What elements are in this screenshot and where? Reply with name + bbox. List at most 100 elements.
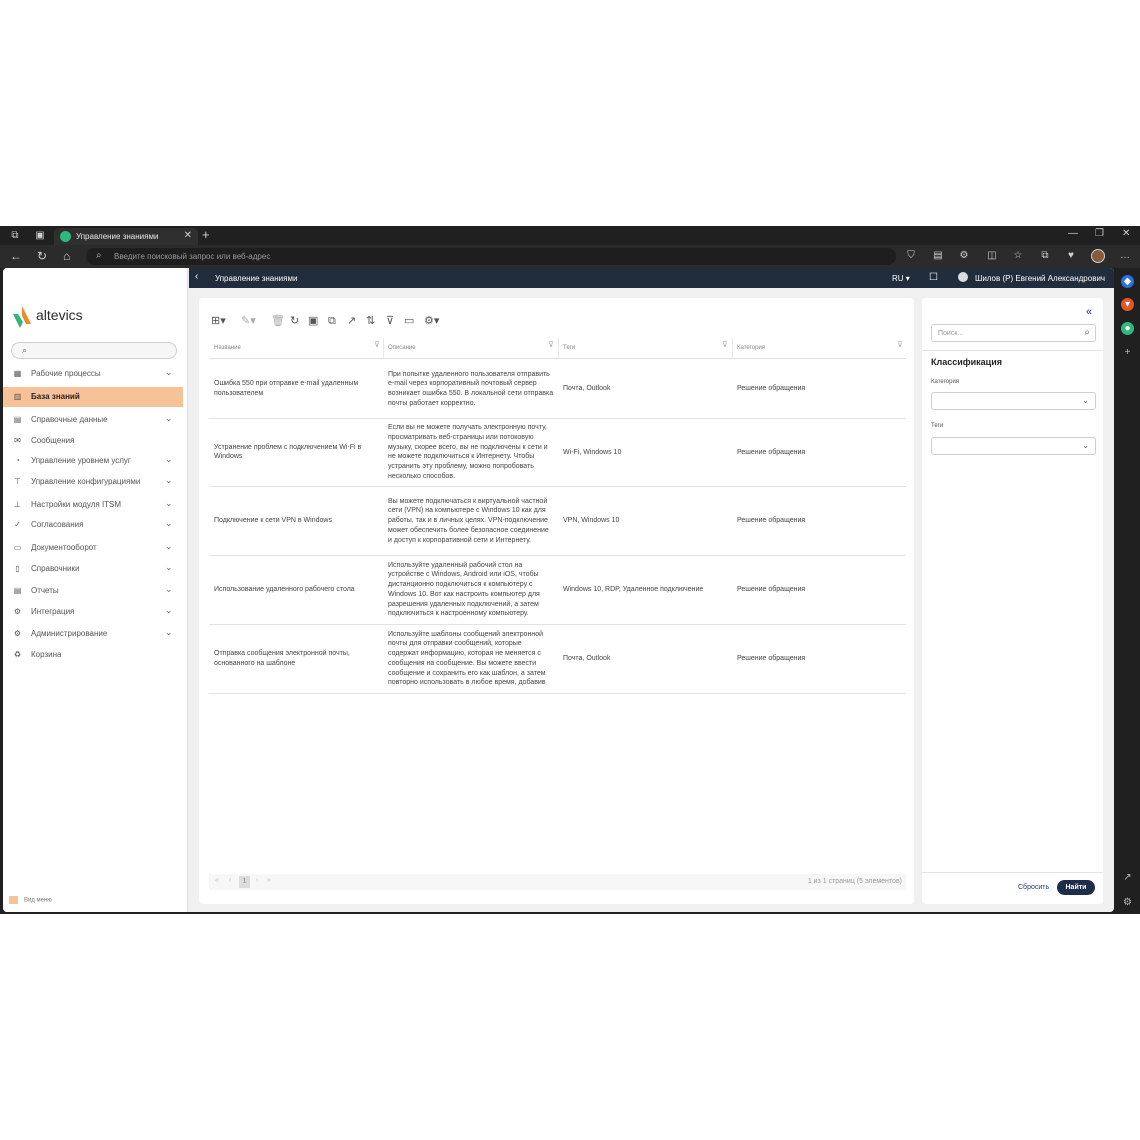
chevron-down-icon[interactable]: ⌄ (165, 413, 173, 424)
external-link-icon[interactable]: ↗ (1121, 871, 1134, 884)
inbox-icon: ▭ (13, 543, 22, 552)
delete-icon[interactable]: 🗑 (271, 314, 285, 328)
browser-tab[interactable]: Управление знаниями ✕ (54, 228, 198, 245)
column-header-category[interactable]: Категория (737, 345, 765, 351)
table-row[interactable]: Устранение проблем с подключением Wi-Fi … (209, 419, 906, 487)
filter-icon[interactable]: ⊽ (722, 340, 728, 349)
add-icon[interactable]: ⊞▾ (211, 314, 226, 328)
sidebar-item[interactable]: ▭ Документооборот ⌄ (3, 538, 183, 558)
collections-icon[interactable]: ⧉ (1039, 250, 1051, 262)
layout-icon[interactable]: ▭ (404, 314, 414, 328)
sidebar-item[interactable]: ⚙ Интеграция ⌄ (3, 602, 183, 622)
extension-icon[interactable]: ▤ (932, 250, 944, 262)
gitlab-icon[interactable]: ▾ (1121, 298, 1134, 311)
last-page-icon[interactable]: » (267, 877, 271, 884)
table-row[interactable]: Использование удаленного рабочего стола И… (209, 556, 906, 625)
tags-select[interactable]: ⌄ (931, 437, 1096, 455)
user-avatar[interactable] (958, 272, 968, 282)
table-row[interactable]: Ошибка 550 при отправке e-mail удаленным… (209, 360, 906, 419)
cell-tags: Windows 10, RDP, Удаленное подключение (563, 586, 704, 593)
sidebar-item[interactable]: ▤ Отчеты ⌄ (3, 581, 183, 601)
column-header-name[interactable]: Название (214, 345, 241, 351)
sidebar-item[interactable]: ◔ Управление уровнем услуг ⌄ (3, 451, 183, 471)
search-icon[interactable]: ⌕ (1084, 327, 1090, 338)
filter-search-input[interactable]: Поиск... ⌕ (931, 324, 1096, 342)
sidebar-item[interactable]: ⚙ Администрирование ⌄ (3, 624, 183, 644)
sidebar-item[interactable]: ▯ Справочники ⌄ (3, 559, 183, 579)
add-icon[interactable]: + (1121, 346, 1134, 359)
edit-icon[interactable]: ✎▾ (241, 314, 256, 328)
gear-icon: ⚙ (13, 607, 22, 616)
next-page-icon[interactable]: › (256, 877, 258, 884)
settings-icon[interactable]: ⚙▾ (424, 314, 439, 328)
chevron-down-icon[interactable]: ⌄ (165, 454, 173, 465)
sidebar-item[interactable]: ▤ Справочные данные ⌄ (3, 410, 183, 430)
copy-icon[interactable]: ⧉ (328, 314, 336, 328)
filter-icon[interactable]: ⊽ (897, 340, 903, 349)
sidebar-item[interactable]: ▥ База знаний (3, 387, 183, 407)
back-icon[interactable]: ← (10, 249, 22, 263)
favorites-icon[interactable]: ☆ (1012, 250, 1024, 262)
collapse-icon[interactable]: « (1086, 306, 1092, 318)
cell-tags: Wi-Fi, Windows 10 (563, 448, 622, 456)
profile-avatar[interactable] (1091, 249, 1105, 263)
copilot-icon[interactable]: ◆ (1121, 275, 1134, 288)
refresh-icon[interactable]: ↻ (290, 314, 299, 328)
sidebar-search-input[interactable]: ⌕ (11, 342, 177, 359)
table-row[interactable]: Отправка сообщения электронной почты, ос… (209, 625, 906, 694)
settings-icon[interactable]: ⚙ (1121, 896, 1134, 909)
new-tab-icon[interactable]: + (202, 227, 210, 242)
sort-icon[interactable]: ⇅ (366, 314, 375, 328)
sidebar-item[interactable]: ⊥ Настройки модуля ITSM ⌄ (3, 495, 183, 515)
user-name[interactable]: Шилов (P) Евгений Александрович (975, 274, 1105, 283)
table-row[interactable]: Подключение к сети VPN в Windows Вы может… (209, 487, 906, 556)
home-icon[interactable]: ⌂ (63, 249, 70, 263)
column-header-tags[interactable]: Теги (563, 345, 575, 351)
sidebar-item[interactable]: ⊤ Управление конфигурациями ⌄ (3, 472, 183, 492)
back-chevron-icon[interactable]: ‹ (195, 271, 198, 282)
save-icon[interactable]: ▣ (308, 314, 318, 328)
filter-icon[interactable]: ⊽ (374, 340, 380, 349)
chevron-down-icon[interactable]: ⌄ (165, 367, 173, 378)
chevron-down-icon[interactable]: ⌄ (165, 562, 173, 573)
sidebar-item[interactable]: ▦ Рабочие процессы ⌄ (3, 364, 183, 384)
chevron-down-icon[interactable]: ⌄ (165, 518, 173, 529)
more-icon[interactable]: … (1119, 250, 1131, 262)
shield-icon[interactable]: ⛉ (905, 250, 917, 262)
chevron-down-icon[interactable]: ⌄ (165, 605, 173, 616)
chevron-down-icon[interactable]: ⌄ (165, 584, 173, 595)
category-select[interactable]: ⌄ (931, 392, 1096, 410)
performance-icon[interactable]: ♥ (1065, 250, 1077, 262)
window-close-icon[interactable]: ✕ (1122, 228, 1130, 239)
minimize-icon[interactable]: — (1068, 228, 1078, 239)
chevron-down-icon[interactable]: ⌄ (165, 541, 173, 552)
logo-mark-icon (13, 306, 31, 328)
url-input[interactable]: ⌕ Введите поисковый запрос или веб-адрес (86, 248, 896, 265)
first-page-icon[interactable]: « (215, 877, 219, 884)
chat-icon[interactable]: ☐ (929, 272, 938, 283)
tab-actions-icon[interactable]: ▣ (33, 229, 47, 242)
prev-page-icon[interactable]: ‹ (229, 877, 231, 884)
find-button[interactable]: Найти (1057, 880, 1095, 895)
column-header-description[interactable]: Описание (388, 345, 416, 351)
puzzle-icon[interactable]: ⚙ (958, 250, 970, 262)
export-icon[interactable]: ↗ (347, 314, 356, 328)
split-screen-icon[interactable]: ◫ (986, 250, 998, 262)
app-icon[interactable]: ● (1121, 322, 1134, 335)
sidebar-item[interactable]: ✓ Согласования ⌄ (3, 515, 183, 535)
chevron-down-icon[interactable]: ⌄ (165, 475, 173, 486)
sidebar-item[interactable]: ✉ Сообщения (3, 431, 183, 451)
filter-icon[interactable]: ⊽ (386, 314, 394, 328)
restore-icon[interactable]: ❐ (1095, 228, 1104, 239)
filter-icon[interactable]: ⊽ (548, 340, 554, 349)
sidebar-item[interactable]: ♻ Корзина (3, 645, 183, 665)
chevron-down-icon[interactable]: ⌄ (165, 498, 173, 509)
language-select[interactable]: RU ▾ (892, 274, 910, 283)
menu-view-toggle[interactable]: Вид меню (9, 896, 52, 904)
reset-button[interactable]: Сбросить (1018, 884, 1049, 891)
refresh-icon[interactable]: ↻ (37, 249, 47, 263)
current-page[interactable]: 1 (239, 876, 250, 888)
tab-close-icon[interactable]: ✕ (184, 230, 192, 241)
workspaces-icon[interactable]: ⧉ (8, 229, 22, 242)
chevron-down-icon[interactable]: ⌄ (165, 627, 173, 638)
